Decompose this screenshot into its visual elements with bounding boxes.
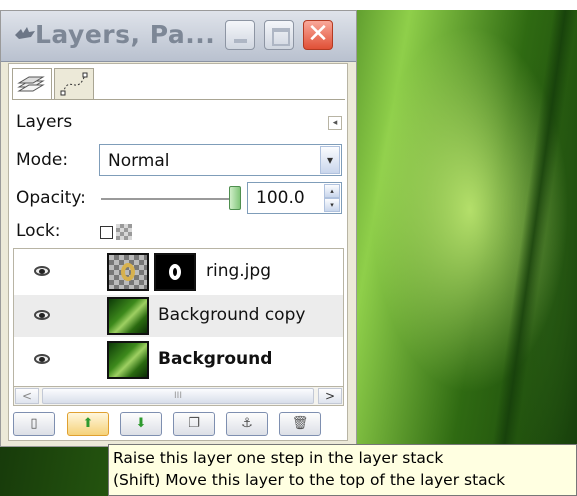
leaf-stem <box>485 0 577 496</box>
arrow-up-icon: ⬆ <box>82 416 94 431</box>
layer-mask-thumbnail <box>154 253 196 291</box>
layer-name[interactable]: ring.jpg <box>206 261 271 281</box>
lower-layer-button[interactable]: ⬇ <box>120 412 162 436</box>
scroll-right-button[interactable]: > <box>318 388 342 404</box>
layers-dock-window: Layers, Pa... ✕ Layers ◂ Mode: Normal ▾ … <box>0 10 357 447</box>
opacity-increment-button[interactable]: ▴ <box>324 184 340 198</box>
layer-thumbnail <box>107 297 149 335</box>
chevron-down-icon: ▾ <box>326 153 334 167</box>
eye-icon[interactable] <box>34 354 50 364</box>
mode-value: Normal <box>108 151 170 171</box>
layer-thumbnail <box>107 253 149 291</box>
arrow-down-small-icon: ▾ <box>330 201 334 209</box>
close-icon: ✕ <box>307 19 329 49</box>
maximize-button[interactable] <box>264 20 294 50</box>
horizontal-scrollbar[interactable]: < III > <box>13 386 344 406</box>
mode-select[interactable]: Normal ▾ <box>99 144 342 176</box>
opacity-spinbox[interactable]: 100.0 ▴ ▾ <box>247 182 342 214</box>
new-layer-icon: ▯ <box>30 416 38 431</box>
opacity-value: 100.0 <box>256 188 305 208</box>
panel-title: Layers <box>16 112 73 132</box>
layer-list: ring.jpg Background copy Background <box>13 248 344 406</box>
opacity-label: Opacity: <box>16 188 86 208</box>
raise-layer-button[interactable]: ⬆ <box>67 412 109 436</box>
delete-layer-button[interactable]: 🗑 <box>279 412 321 436</box>
arrow-down-icon: ⬇ <box>135 416 147 431</box>
tab-menu-button[interactable]: ◂ <box>328 116 342 130</box>
scrollbar-grip-icon: III <box>174 391 182 401</box>
gimp-wilber-icon <box>15 27 35 39</box>
opacity-slider-handle[interactable] <box>229 186 241 210</box>
layers-panel: Layers ◂ Mode: Normal ▾ Opacity: 100.0 ▴… <box>8 63 348 441</box>
eye-icon[interactable] <box>34 266 50 276</box>
layer-name[interactable]: Background copy <box>158 305 305 325</box>
opacity-spin-buttons: ▴ ▾ <box>324 184 340 212</box>
alpha-checker-icon <box>116 224 132 240</box>
new-layer-button[interactable]: ▯ <box>13 412 55 436</box>
lock-label: Lock: <box>16 221 61 241</box>
chevron-left-icon: < <box>21 389 33 403</box>
window-title: Layers, Pa... <box>35 20 216 49</box>
scrollbar-thumb[interactable]: III <box>42 388 314 404</box>
anchor-icon: ⚓ <box>241 416 253 431</box>
layer-row[interactable]: ring.jpg <box>14 251 343 293</box>
tab-layers[interactable] <box>12 68 52 100</box>
arrow-up-small-icon: ▴ <box>330 187 334 195</box>
scroll-left-button[interactable]: < <box>15 388 39 404</box>
layer-thumbnail <box>107 341 149 379</box>
tab-paths[interactable] <box>54 68 94 100</box>
anchor-layer-button[interactable]: ⚓ <box>226 412 268 436</box>
mode-dropdown-button[interactable]: ▾ <box>320 146 340 174</box>
opacity-slider-track[interactable] <box>101 198 231 200</box>
tooltip-line-1: Raise this layer one step in the layer s… <box>113 449 444 467</box>
layer-name[interactable]: Background <box>158 349 272 369</box>
mode-label: Mode: <box>16 150 69 170</box>
layer-row-selected[interactable]: Background copy <box>14 295 343 337</box>
tooltip: Raise this layer one step in the layer s… <box>108 444 577 496</box>
tab-separator <box>12 99 345 100</box>
tab-menu-icon: ◂ <box>332 118 338 128</box>
trash-icon: 🗑 <box>291 416 309 431</box>
title-bar[interactable]: Layers, Pa... ✕ <box>1 11 356 62</box>
duplicate-layer-button[interactable]: ❐ <box>173 412 215 436</box>
paths-icon <box>60 72 88 96</box>
layers-stack-icon <box>17 76 45 92</box>
layer-toolbar: ▯ ⬆ ⬇ ❐ ⚓ 🗑 <box>13 412 344 438</box>
chevron-right-icon: > <box>324 389 336 403</box>
layer-row[interactable]: Background <box>14 339 343 381</box>
close-button[interactable]: ✕ <box>303 19 333 50</box>
lock-alpha-checkbox[interactable] <box>100 226 113 239</box>
duplicate-icon: ❐ <box>188 416 200 431</box>
tooltip-line-2: (Shift) Move this layer to the top of th… <box>113 471 506 489</box>
desktop-top-strip <box>0 0 577 10</box>
eye-icon[interactable] <box>34 310 50 320</box>
minimize-button[interactable] <box>225 20 255 50</box>
opacity-decrement-button[interactable]: ▾ <box>324 198 340 212</box>
